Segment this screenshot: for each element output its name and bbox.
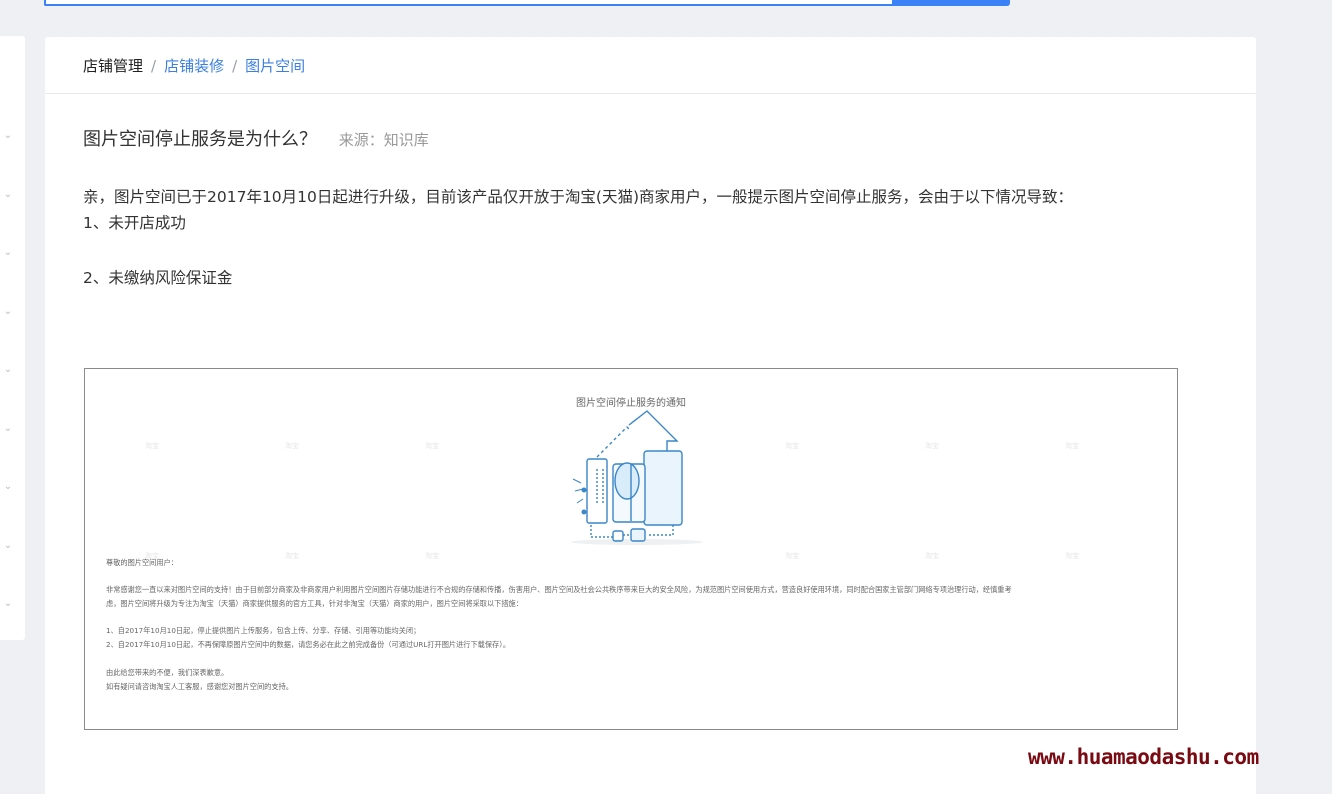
chevron-down-icon[interactable]: ⌄ (2, 598, 14, 610)
notice-title: 图片空间停止服务的通知 (576, 398, 686, 409)
breadcrumb-item-store-decoration[interactable]: 店铺装修 (164, 57, 224, 75)
notice-greeting: 尊敬的图片空间用户： (106, 558, 178, 567)
site-watermark: www.huamaodashu.com (1028, 745, 1259, 769)
notice-image: 淘宝 淘宝 淘宝 淘宝 淘宝 淘宝 淘宝 淘宝 淘宝 淘宝 淘宝 淘宝 图片空间… (84, 368, 1178, 730)
chevron-down-icon[interactable]: ⌄ (2, 481, 14, 493)
notice-watermark: 淘宝 (145, 442, 159, 450)
chevron-down-icon[interactable]: ⌄ (2, 130, 14, 142)
notice-watermark: 淘宝 (1065, 442, 1079, 450)
chevron-down-icon[interactable]: ⌄ (2, 540, 14, 552)
notice-watermark: 淘宝 (285, 442, 299, 450)
chevron-down-icon[interactable]: ⌄ (2, 189, 14, 201)
notice-watermark: 淘宝 (1065, 552, 1079, 560)
notice-watermark: 淘宝 (285, 552, 299, 560)
article-title-row: 图片空间停止服务是为什么？ 来源：知识库 (83, 125, 429, 151)
notice-watermark: 淘宝 (425, 552, 439, 560)
chevron-down-icon[interactable]: ⌄ (2, 364, 14, 376)
reason-item: 2、未缴纳风险保证金 (83, 269, 233, 287)
breadcrumb-item-image-space[interactable]: 图片空间 (245, 57, 305, 75)
chevron-down-icon[interactable]: ⌄ (2, 306, 14, 318)
article-intro: 亲，图片空间已于2017年10月10日起进行升级，目前该产品仅开放于淘宝(天猫)… (83, 188, 1073, 206)
search-input[interactable] (44, 0, 894, 6)
reason-item: 1、未开店成功 (83, 214, 186, 232)
breadcrumb-item-store-management[interactable]: 店铺管理 (83, 57, 143, 75)
notice-body-line: 非常感谢您一直以来对图片空间的支持！由于目前部分商家及非商家用户利用图片空间图片… (106, 585, 1012, 594)
notice-body-line: 虑，图片空间将升级为专注为淘宝（天猫）商家提供服务的官方工具，针对非淘宝（天猫）… (106, 599, 523, 608)
notice-watermark: 淘宝 (925, 552, 939, 560)
breadcrumb-separator: / (151, 57, 157, 75)
broken-plug-illustration-icon (571, 410, 703, 545)
breadcrumb: 店铺管理 / 店铺装修 / 图片空间 (45, 37, 1256, 94)
notice-measure: 2、自2017年10月10日起，不再保障原图片空间中的数据，请您务必在此之前完成… (106, 640, 511, 649)
notice-watermark: 淘宝 (785, 552, 799, 560)
notice-closing: 如有疑问请咨询淘宝人工客服，感谢您对图片空间的支持。 (106, 682, 293, 691)
chevron-down-icon[interactable]: ⌄ (2, 423, 14, 435)
notice-measure: 1、自2017年10月10日起，停止提供图片上传服务，包含上传、分享、存储、引用… (106, 626, 421, 635)
content-card: 店铺管理 / 店铺装修 / 图片空间 图片空间停止服务是为什么？ 来源：知识库 亲，图片… (45, 37, 1256, 794)
top-search-bar (44, 0, 1010, 6)
article-source: 来源：知识库 (338, 131, 429, 149)
sidebar: ⌄ ⌄ ⌄ ⌄ ⌄ ⌄ ⌄ ⌄ ⌄ (0, 36, 25, 640)
notice-watermark: 淘宝 (425, 442, 439, 450)
notice-watermark: 淘宝 (925, 442, 939, 450)
breadcrumb-separator: / (232, 57, 238, 75)
notice-watermark: 淘宝 (785, 442, 799, 450)
search-button[interactable] (892, 0, 1010, 6)
article-title: 图片空间停止服务是为什么？ (83, 129, 317, 150)
chevron-down-icon[interactable]: ⌄ (2, 247, 14, 259)
notice-closing: 由此给您带来的不便，我们深表歉意。 (106, 668, 229, 677)
